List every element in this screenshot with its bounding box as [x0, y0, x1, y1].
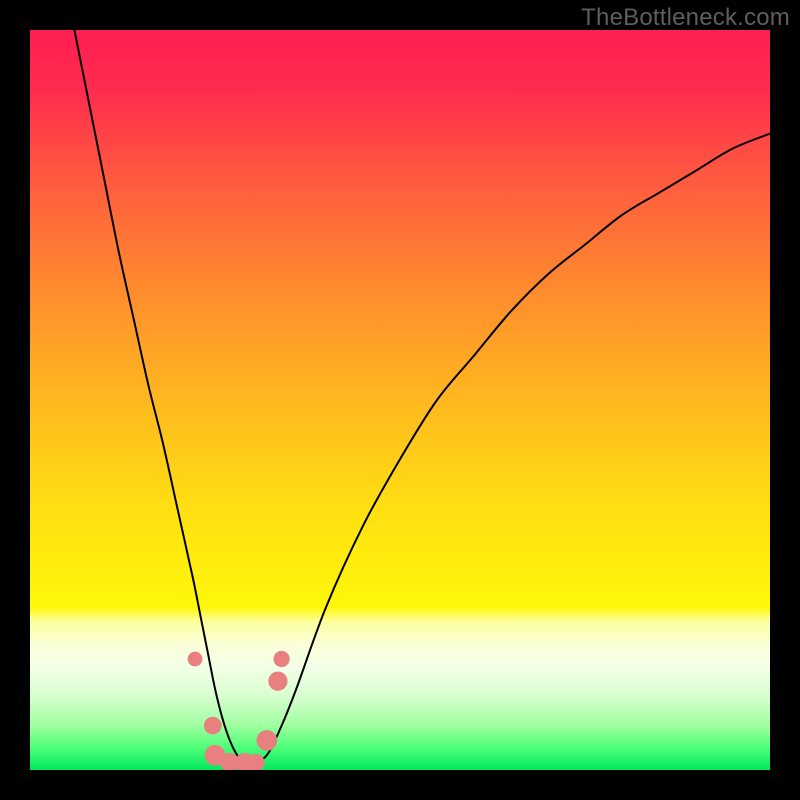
watermark-text: TheBottleneck.com — [581, 4, 790, 32]
marker-point — [268, 672, 287, 691]
marker-point — [273, 651, 289, 667]
marker-point — [204, 717, 222, 735]
plot-area — [30, 30, 770, 770]
plot-svg — [30, 30, 770, 770]
marker-point — [188, 652, 203, 667]
gradient-background — [30, 30, 770, 770]
chart-frame: TheBottleneck.com — [0, 0, 800, 800]
marker-point — [256, 730, 277, 751]
